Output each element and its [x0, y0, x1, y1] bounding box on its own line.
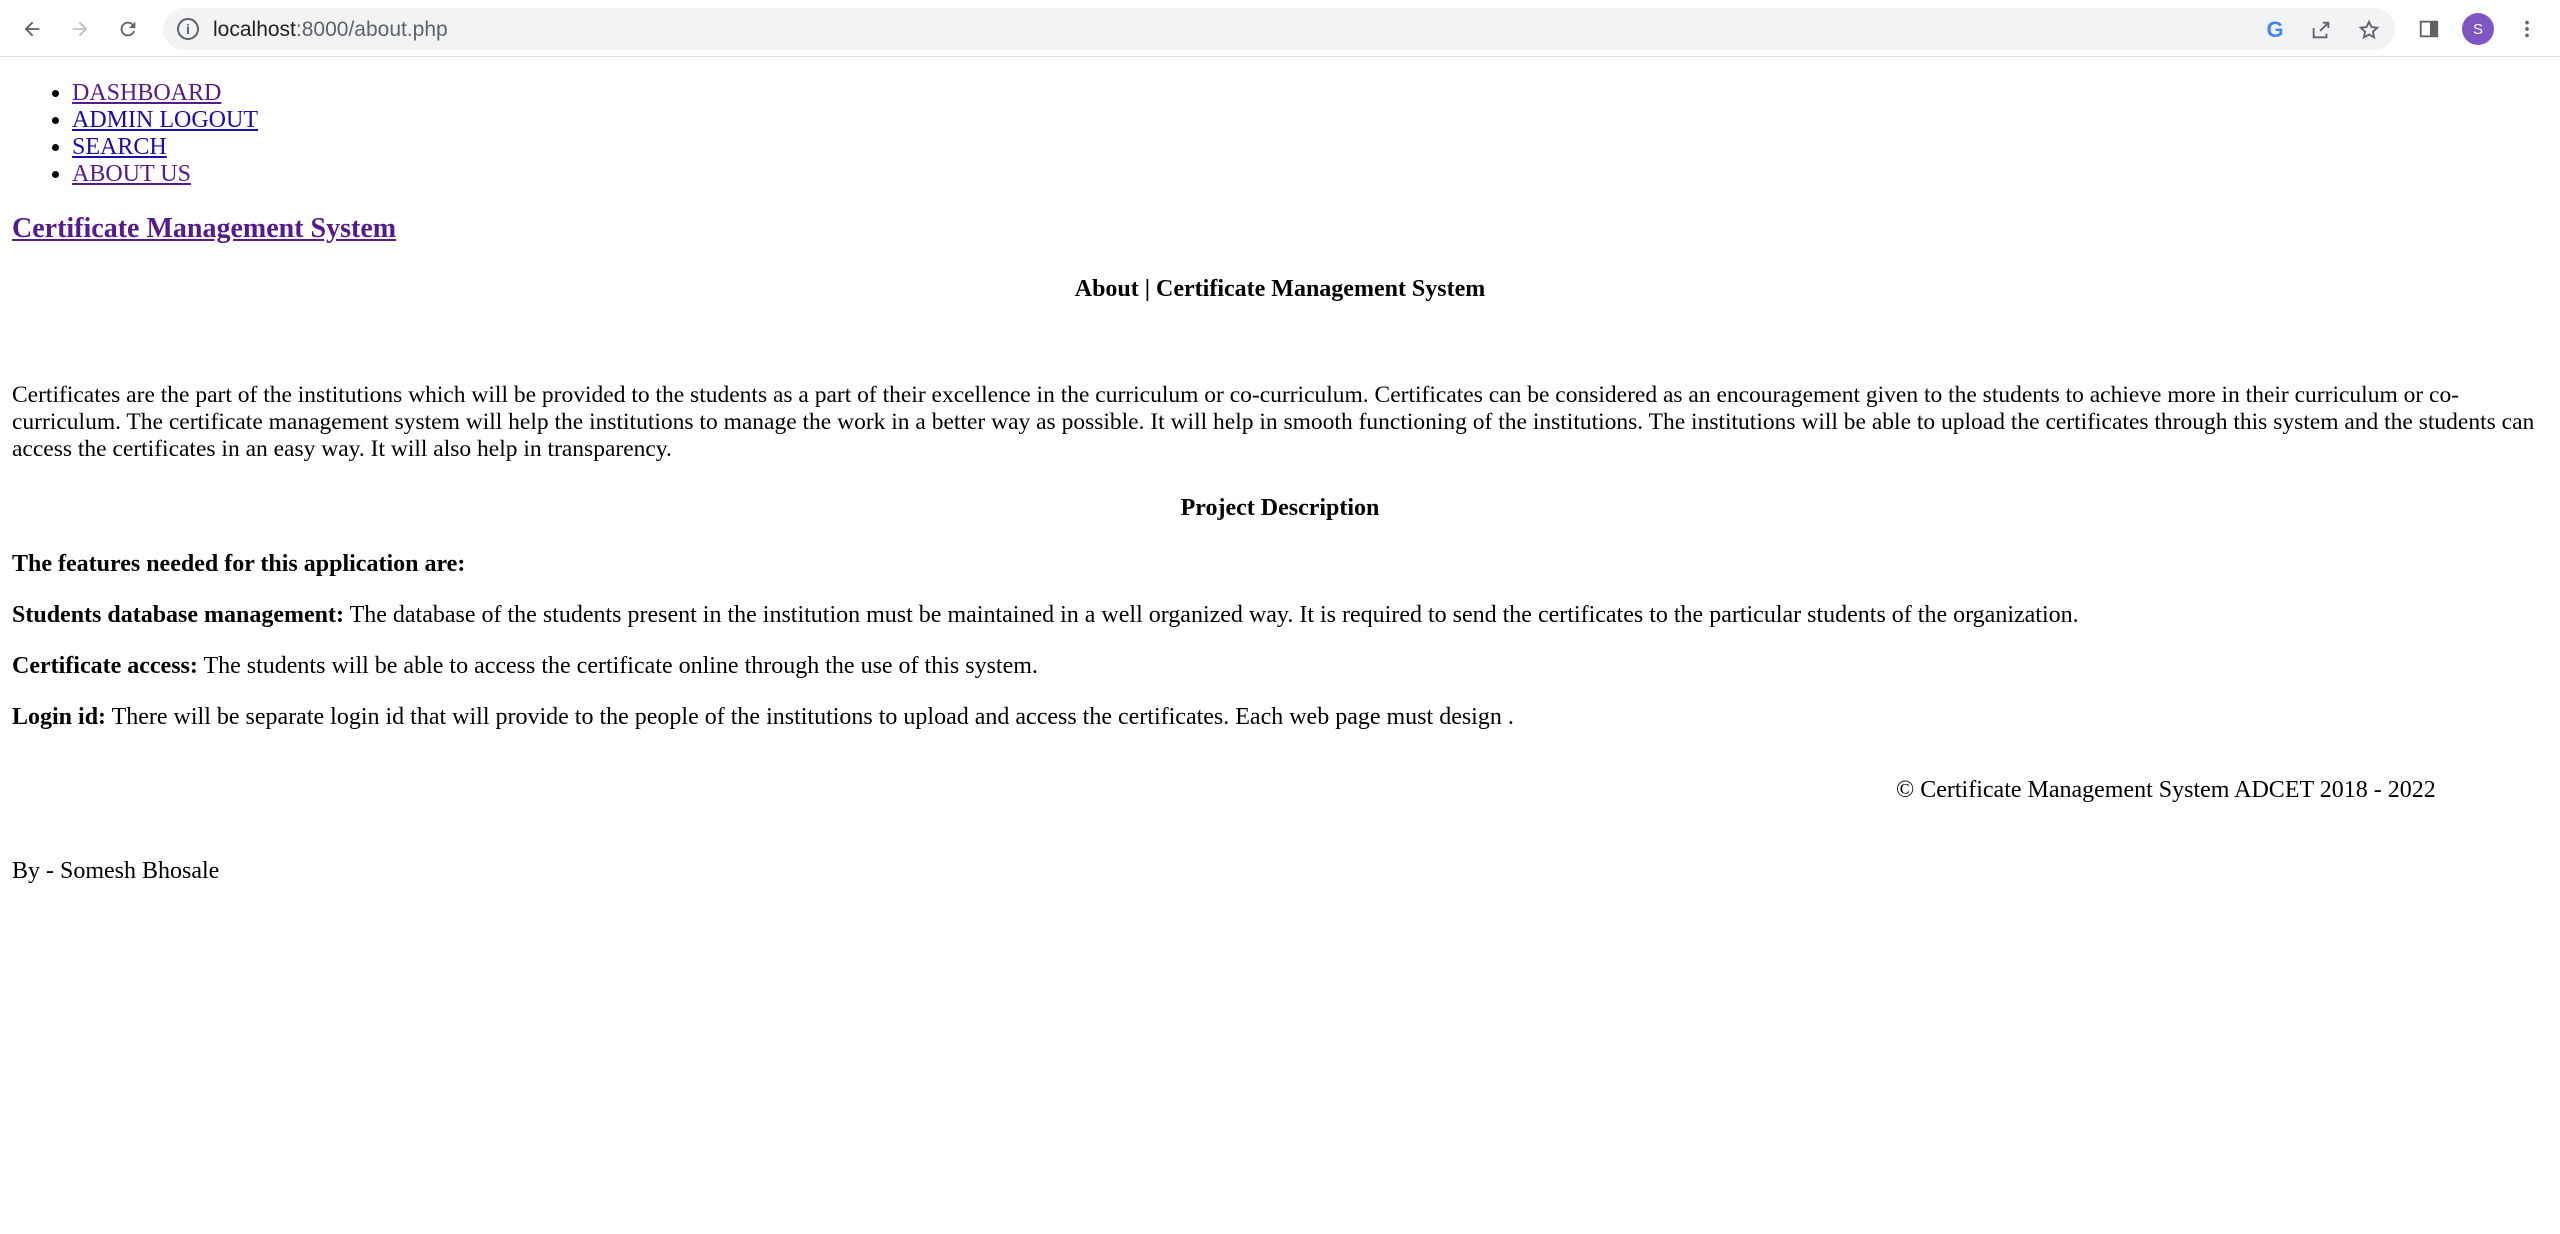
nav-item-search: SEARCH [72, 134, 2548, 161]
feature-item: Certificate access: The students will be… [12, 651, 2548, 681]
page-content: DASHBOARD ADMIN LOGOUT SEARCH ABOUT US C… [0, 58, 2560, 886]
feature-title: Certificate access: [12, 653, 198, 679]
feature-title: Login id: [12, 704, 107, 730]
about-heading: About | Certificate Management System [1074, 276, 1486, 302]
back-icon[interactable] [12, 12, 52, 46]
nav-item-about-us: ABOUT US [72, 161, 2548, 188]
google-icon[interactable]: G [2261, 16, 2289, 44]
share-icon[interactable] [2307, 16, 2335, 44]
feature-title: Students database management: [12, 602, 345, 628]
feature-item: Login id: There will be separate login i… [12, 702, 2548, 732]
side-panel-icon[interactable] [2414, 14, 2444, 44]
forward-icon[interactable] [60, 12, 100, 46]
feature-item: Students database management: The databa… [12, 600, 2548, 630]
site-title: Certificate Management System [12, 212, 2548, 246]
feature-text: The students will be able to access the … [197, 653, 1038, 679]
features-heading: The features needed for this application… [12, 549, 2548, 579]
feature-text: There will be separate login id that wil… [106, 704, 1514, 730]
copyright-text: © Certificate Management System ADCET 20… [1896, 777, 2436, 803]
dashboard-link[interactable]: DASHBOARD [72, 80, 221, 106]
site-title-link[interactable]: Certificate Management System [12, 213, 396, 244]
menu-dots-icon[interactable] [2512, 14, 2542, 44]
project-description-heading: Project Description [1180, 495, 1380, 521]
address-bar[interactable]: i localhost:8000/about.php G [163, 8, 2395, 50]
browser-toolbar: i localhost:8000/about.php G S [0, 0, 2560, 57]
url-text[interactable]: localhost:8000/about.php [213, 18, 448, 42]
info-icon[interactable]: i [177, 18, 199, 40]
author-byline: By - Somesh Bhosale [12, 858, 220, 884]
features-heading-text: The features needed for this application… [12, 551, 466, 577]
search-link[interactable]: SEARCH [72, 134, 167, 160]
nav-item-dashboard: DASHBOARD [72, 80, 2548, 107]
admin-logout-link[interactable]: ADMIN LOGOUT [72, 107, 258, 133]
profile-avatar[interactable]: S [2462, 13, 2494, 45]
bookmark-star-icon[interactable] [2355, 16, 2383, 44]
nav-item-admin-logout: ADMIN LOGOUT [72, 107, 2548, 134]
intro-paragraph: Certificates are the part of the institu… [12, 382, 2535, 462]
main-nav: DASHBOARD ADMIN LOGOUT SEARCH ABOUT US [12, 80, 2548, 188]
about-us-link[interactable]: ABOUT US [72, 161, 191, 187]
reload-icon[interactable] [108, 12, 148, 46]
feature-text: The database of the students present in … [344, 602, 2079, 628]
